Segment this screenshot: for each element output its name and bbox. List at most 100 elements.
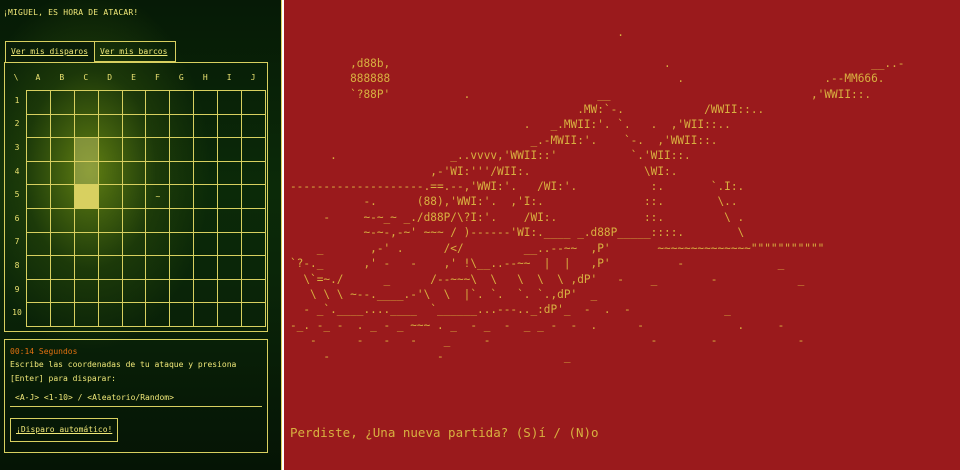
board-cell-b9[interactable] — [50, 279, 75, 304]
board-cell-f8[interactable] — [146, 256, 171, 280]
board-cell-i8[interactable] — [218, 256, 243, 280]
board-cell-j3[interactable] — [242, 138, 266, 162]
board-cell-d3[interactable] — [98, 138, 123, 162]
board-cell-d1[interactable] — [98, 91, 123, 115]
board-cell-c8[interactable] — [74, 256, 99, 280]
board-cell-g1[interactable] — [170, 91, 195, 115]
board-cell-e6[interactable] — [122, 209, 147, 233]
board-cell-j10[interactable] — [242, 303, 266, 327]
board-cell-a10[interactable] — [27, 303, 51, 327]
board-cell-h10[interactable] — [194, 303, 219, 327]
board-cell-j9[interactable] — [242, 279, 266, 304]
board-cell-h4[interactable] — [194, 161, 219, 186]
board-cell-g5[interactable] — [170, 185, 195, 209]
board-cell-i6[interactable] — [218, 209, 243, 233]
board-cell-g6[interactable] — [170, 209, 195, 233]
board-cell-i7[interactable] — [218, 232, 243, 257]
board-cell-c7[interactable] — [74, 232, 99, 257]
board-cell-g10[interactable] — [170, 303, 195, 327]
board-cell-d9[interactable] — [98, 279, 123, 304]
new-game-prompt[interactable]: Perdiste, ¿Una nueva partida? (S)í / (N)… — [290, 425, 599, 440]
board-cell-b5[interactable] — [50, 185, 75, 209]
board-cell-d2[interactable] — [98, 114, 123, 139]
board-cell-d5[interactable] — [98, 185, 123, 209]
board-cell-d8[interactable] — [98, 256, 123, 280]
board-cell-j4[interactable] — [242, 161, 266, 186]
board-cell-c9[interactable] — [74, 279, 99, 304]
board-cell-g3[interactable] — [170, 138, 195, 162]
board-cell-h3[interactable] — [194, 138, 219, 162]
board-cell-j1[interactable] — [242, 91, 266, 115]
board-cell-h1[interactable] — [194, 91, 219, 115]
board-cell-b8[interactable] — [50, 256, 75, 280]
board-cell-c6[interactable] — [74, 209, 99, 233]
board-cell-g4[interactable] — [170, 161, 195, 186]
board-cell-a9[interactable] — [27, 279, 51, 304]
board-cell-h5[interactable] — [194, 185, 219, 209]
board-cell-i9[interactable] — [218, 279, 243, 304]
board-cell-a8[interactable] — [27, 256, 51, 280]
board-cell-h9[interactable] — [194, 279, 219, 304]
board-cell-d6[interactable] — [98, 209, 123, 233]
board-cell-e8[interactable] — [122, 256, 147, 280]
board-cell-f3[interactable] — [146, 138, 171, 162]
board-cell-d10[interactable] — [98, 303, 123, 327]
board-cell-j5[interactable] — [242, 185, 266, 209]
board-cell-j7[interactable] — [242, 232, 266, 257]
auto-shot-button[interactable]: ¡Disparo automático! — [10, 418, 119, 442]
board-cell-b6[interactable] — [50, 209, 75, 233]
board-cell-f10[interactable] — [146, 303, 171, 327]
board-cell-f6[interactable] — [146, 209, 171, 233]
board-cell-j6[interactable] — [242, 209, 266, 233]
board-cell-h8[interactable] — [194, 256, 219, 280]
board-cell-e2[interactable] — [122, 114, 147, 139]
board-cell-e1[interactable] — [122, 91, 147, 115]
board-cell-a1[interactable] — [27, 91, 51, 115]
board-cell-a6[interactable] — [27, 209, 51, 233]
board-cell-a4[interactable] — [27, 161, 51, 186]
board-cell-i10[interactable] — [218, 303, 243, 327]
board-cell-a3[interactable] — [27, 138, 51, 162]
board-cell-e3[interactable] — [122, 138, 147, 162]
board-cell-a7[interactable] — [27, 232, 51, 257]
board-cell-e5[interactable] — [122, 185, 147, 209]
board-cell-a5[interactable] — [27, 185, 51, 209]
board-cell-c4[interactable] — [74, 161, 99, 186]
board-cell-c1[interactable] — [74, 91, 99, 115]
board-cell-f4[interactable] — [146, 161, 171, 186]
board-cell-i5[interactable] — [218, 185, 243, 209]
board-cell-e7[interactable] — [122, 232, 147, 257]
board-cell-e9[interactable] — [122, 279, 147, 304]
board-cell-g9[interactable] — [170, 279, 195, 304]
board-cell-i1[interactable] — [218, 91, 243, 115]
board-cell-i2[interactable] — [218, 114, 243, 139]
board-cell-h7[interactable] — [194, 232, 219, 257]
board-cell-b1[interactable] — [50, 91, 75, 115]
board-cell-c2[interactable] — [74, 114, 99, 139]
board-cell-e4[interactable] — [122, 161, 147, 186]
board-cell-f2[interactable] — [146, 114, 171, 139]
board-cell-b10[interactable] — [50, 303, 75, 327]
tab-my-shots[interactable]: Ver mis disparos — [5, 41, 95, 62]
board-cell-f7[interactable] — [146, 232, 171, 257]
board-cell-c3[interactable] — [74, 138, 99, 162]
board-cell-b2[interactable] — [50, 114, 75, 139]
board-cell-c5[interactable] — [74, 185, 99, 209]
board-cell-b4[interactable] — [50, 161, 75, 186]
board-cell-h6[interactable] — [194, 209, 219, 233]
board-cell-j2[interactable] — [242, 114, 266, 139]
board-cell-f9[interactable] — [146, 279, 171, 304]
board-cell-g8[interactable] — [170, 256, 195, 280]
board-cell-e10[interactable] — [122, 303, 147, 327]
board-cell-a2[interactable] — [27, 114, 51, 139]
coordinate-input-hint[interactable]: <A-J> <1-10> / <Aleatorio/Random> — [15, 393, 174, 402]
board-cell-j8[interactable] — [242, 256, 266, 280]
board-cell-i3[interactable] — [218, 138, 243, 162]
board-cell-c10[interactable] — [74, 303, 99, 327]
board-cell-f1[interactable] — [146, 91, 171, 115]
board-cell-b3[interactable] — [50, 138, 75, 162]
board-cell-b7[interactable] — [50, 232, 75, 257]
board-cell-g7[interactable] — [170, 232, 195, 257]
board-cell-d4[interactable] — [98, 161, 123, 186]
board-cell-h2[interactable] — [194, 114, 219, 139]
